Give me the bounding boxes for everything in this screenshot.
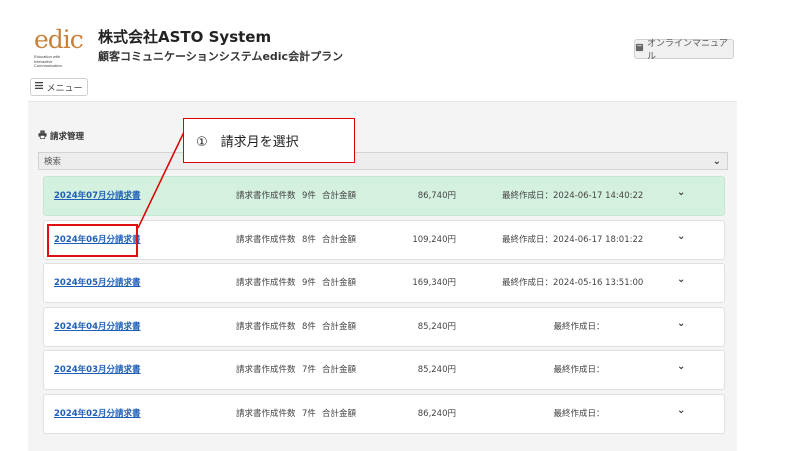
annotation-callout: ① 請求月を選択 <box>183 118 355 163</box>
annotation-highlight-box <box>47 224 138 257</box>
